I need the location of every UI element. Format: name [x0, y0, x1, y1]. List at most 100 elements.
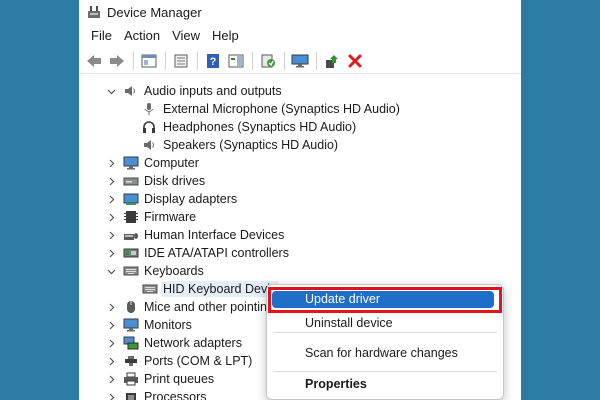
uninstall-toolbar-button[interactable]: [344, 50, 366, 72]
highlight-callout-box: [268, 287, 502, 313]
toolbar: ?: [79, 48, 521, 74]
uninstall-device-item[interactable]: Uninstall device: [305, 316, 393, 330]
tree-device[interactable]: Headphones (Synaptics HD Audio): [79, 118, 521, 136]
chevron-right-icon[interactable]: [106, 212, 116, 222]
tree-item-label: HID Keyboard Devic: [161, 281, 279, 297]
tree-item-label: Audio inputs and outputs: [144, 84, 282, 98]
back-button[interactable]: [83, 50, 105, 72]
tree-item-label: Processors: [144, 390, 207, 400]
tree-category[interactable]: Audio inputs and outputs: [79, 82, 521, 100]
tree-item-label: Human Interface Devices: [144, 228, 285, 242]
help-icon: ?: [207, 53, 219, 68]
tree-item-label: Speakers (Synaptics HD Audio): [163, 138, 339, 152]
menu-action[interactable]: Action: [118, 24, 166, 48]
microphone-icon: [142, 102, 158, 116]
title-bar: Device Manager: [79, 0, 521, 24]
disk-drive-icon: [123, 174, 139, 188]
tree-item-label: Disk drives: [144, 174, 206, 188]
context-menu-separator: [273, 332, 497, 333]
toolbar-separator: [133, 51, 134, 70]
monitor-icon: [291, 54, 309, 67]
chevron-right-icon[interactable]: [106, 194, 116, 204]
context-menu-separator: [273, 371, 497, 372]
network-icon: [123, 336, 139, 350]
scan-hardware-changes-item[interactable]: Scan for hardware changes: [305, 346, 458, 360]
tree-item-label: Monitors: [144, 318, 192, 332]
mouse-icon: [123, 300, 139, 314]
toolbar-separator: [252, 51, 253, 70]
speaker-icon: [123, 84, 139, 98]
tree-item-label: Mice and other pointing: [144, 300, 274, 314]
tree-item-label: Ports (COM & LPT): [144, 354, 253, 368]
toolbar-separator: [197, 51, 198, 70]
forward-arrow-icon: [110, 54, 124, 67]
chevron-right-icon[interactable]: [106, 356, 116, 366]
tree-item-label: Print queues: [144, 372, 215, 386]
processor-icon: [123, 390, 139, 400]
tree-device[interactable]: External Microphone (Synaptics HD Audio): [79, 100, 521, 118]
tree-item-label: Display adapters: [144, 192, 238, 206]
chevron-right-icon[interactable]: [106, 338, 116, 348]
tree-item-label: External Microphone (Synaptics HD Audio): [163, 102, 400, 116]
update-driver-icon: [326, 54, 338, 68]
action-pane-icon: [228, 54, 244, 67]
tree-category[interactable]: Display adapters: [79, 190, 521, 208]
tree-item-label: Keyboards: [144, 264, 204, 278]
monitor-icon: [123, 318, 139, 332]
tree-category[interactable]: Disk drives: [79, 172, 521, 190]
show-hide-console-tree-button[interactable]: [138, 50, 160, 72]
keyboard-icon: [142, 282, 158, 296]
help-button[interactable]: ?: [202, 50, 224, 72]
update-driver-toolbar-button[interactable]: [321, 50, 343, 72]
chevron-right-icon[interactable]: [106, 392, 116, 400]
toolbar-separator: [284, 51, 285, 70]
scan-hardware-icon: [261, 54, 275, 67]
monitor-icon: [123, 156, 139, 170]
tree-category[interactable]: IDE ATA/ATAPI controllers: [79, 244, 521, 262]
chevron-right-icon[interactable]: [106, 320, 116, 330]
menu-file[interactable]: File: [85, 24, 118, 48]
console-tree-icon: [141, 54, 157, 67]
firmware-icon: [123, 210, 139, 224]
properties-toolbar-button[interactable]: [170, 50, 192, 72]
chevron-down-icon[interactable]: [106, 266, 116, 276]
tree-item-label: Network adapters: [144, 336, 242, 350]
keyboard-icon: [123, 264, 139, 278]
tree-item-label: Firmware: [144, 210, 197, 224]
forward-button[interactable]: [106, 50, 128, 72]
chevron-right-icon[interactable]: [106, 158, 116, 168]
hid-icon: [123, 228, 139, 242]
action-pane-button[interactable]: [225, 50, 247, 72]
tree-category[interactable]: Keyboards: [79, 262, 521, 280]
back-arrow-icon: [87, 54, 101, 67]
chevron-right-icon[interactable]: [106, 176, 116, 186]
monitor-toolbar-button[interactable]: [289, 50, 311, 72]
printer-icon: [123, 372, 139, 386]
toolbar-separator: [165, 51, 166, 70]
display-adapter-icon: [123, 192, 139, 206]
red-x-icon: [348, 54, 362, 67]
tree-category[interactable]: Firmware: [79, 208, 521, 226]
properties-item[interactable]: Properties: [305, 377, 367, 391]
chevron-down-icon[interactable]: [106, 86, 116, 96]
headphones-icon: [142, 120, 158, 134]
tree-item-label: Computer: [144, 156, 199, 170]
chevron-right-icon[interactable]: [106, 374, 116, 384]
scan-hardware-button[interactable]: [257, 50, 279, 72]
speaker-icon: [142, 138, 158, 152]
tree-category[interactable]: Human Interface Devices: [79, 226, 521, 244]
tree-device[interactable]: Speakers (Synaptics HD Audio): [79, 136, 521, 154]
svg-text:?: ?: [210, 56, 217, 68]
menu-view[interactable]: View: [166, 24, 206, 48]
chevron-right-icon[interactable]: [106, 248, 116, 258]
tree-category[interactable]: Computer: [79, 154, 521, 172]
tree-item-label: IDE ATA/ATAPI controllers: [144, 246, 289, 260]
chevron-right-icon[interactable]: [106, 302, 116, 312]
chevron-right-icon[interactable]: [106, 230, 116, 240]
port-icon: [123, 354, 139, 368]
tree-item-label: Headphones (Synaptics HD Audio): [163, 120, 357, 134]
device-manager-icon: [87, 5, 101, 19]
menu-help[interactable]: Help: [206, 24, 245, 48]
toolbar-separator: [316, 51, 317, 70]
window-title: Device Manager: [107, 4, 202, 20]
